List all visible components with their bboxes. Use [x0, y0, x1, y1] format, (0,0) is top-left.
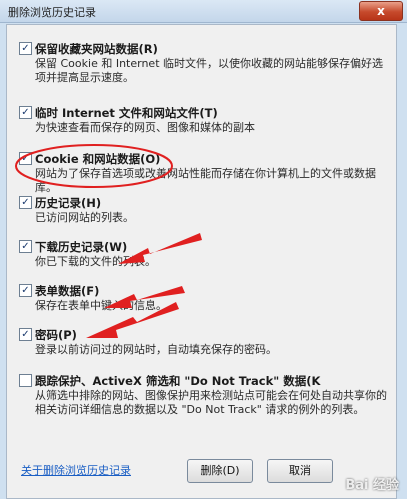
option-form-data-label: 表单数据(F) [35, 284, 100, 298]
dialog-content: ✓ 保留收藏夹网站数据(R) 保留 Cookie 和 Internet 临时文件… [6, 24, 397, 499]
option-downloads-desc: 你已下载的文件的列表。 [35, 255, 156, 268]
checkmark-icon: ✓ [21, 285, 30, 296]
option-favorites-label: 保留收藏夹网站数据(R) [35, 42, 158, 56]
close-button[interactable]: x [359, 1, 403, 21]
option-passwords-desc: 登录以前访问过的网站时，自动填充保存的密码。 [35, 343, 277, 356]
window-title: 删除浏览历史记录 [8, 6, 96, 19]
option-temp-files-desc: 为快速查看而保存的网页、图像和媒体的副本 [35, 121, 255, 134]
checkmark-icon: ✓ [21, 43, 30, 54]
watermark: Bai 经验 [345, 478, 399, 493]
option-cookies-label: Cookie 和网站数据(O) [35, 152, 161, 166]
checkbox-favorites[interactable]: ✓ [19, 42, 32, 55]
checkmark-icon: ✓ [21, 329, 30, 340]
option-cookies-desc: 网站为了保存首选项或改善网站性能而存储在你计算机上的文件或数据库。 [35, 167, 376, 194]
option-temp-files-label: 临时 Internet 文件和网站文件(T) [35, 106, 218, 120]
checkmark-icon: ✓ [21, 197, 30, 208]
checkmark-icon: ✓ [21, 153, 30, 164]
checkbox-tracking[interactable] [19, 374, 32, 387]
option-passwords-label: 密码(P) [35, 328, 77, 342]
close-icon: x [377, 4, 385, 18]
title-bar: 删除浏览历史记录 x [0, 0, 407, 23]
option-history-label: 历史记录(H) [35, 196, 102, 210]
delete-button[interactable]: 删除(D) [187, 459, 253, 483]
checkbox-downloads[interactable]: ✓ [19, 240, 32, 253]
checkmark-icon: ✓ [21, 107, 30, 118]
option-favorites-desc: 保留 Cookie 和 Internet 临时文件，以使你收藏的网站能够保存偏好… [35, 57, 383, 84]
option-tracking-desc: 从筛选中排除的网站、图像保护用来检测站点可能会在何处自动共享你的相关访问详细信息… [35, 389, 387, 416]
checkmark-icon: ✓ [21, 241, 30, 252]
option-downloads-label: 下载历史记录(W) [35, 240, 128, 254]
option-history-desc: 已访问网站的列表。 [35, 211, 134, 224]
checkbox-passwords[interactable]: ✓ [19, 328, 32, 341]
cancel-button[interactable]: 取消 [267, 459, 333, 483]
about-delete-history-link[interactable]: 关于删除浏览历史记录 [21, 462, 131, 478]
checkbox-history[interactable]: ✓ [19, 196, 32, 209]
option-form-data-desc: 保存在表单中键入的信息。 [35, 299, 167, 312]
checkbox-temp-files[interactable]: ✓ [19, 106, 32, 119]
checkbox-cookies[interactable]: ✓ [19, 152, 32, 165]
option-tracking-label: 跟踪保护、ActiveX 筛选和 "Do Not Track" 数据(K [35, 374, 321, 388]
checkbox-form-data[interactable]: ✓ [19, 284, 32, 297]
